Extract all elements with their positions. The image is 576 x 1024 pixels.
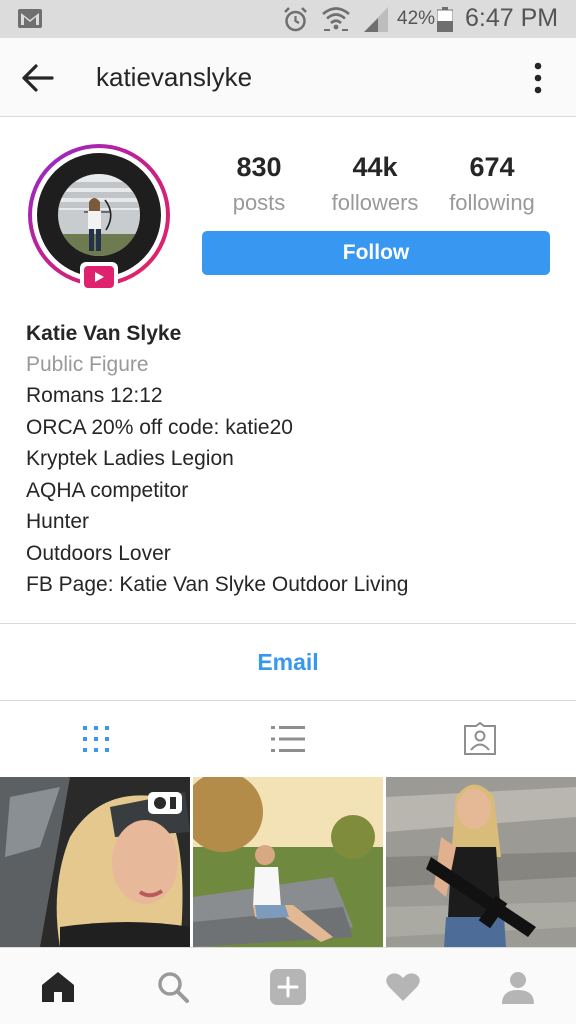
bottom-nav (0, 947, 576, 1024)
nav-search[interactable] (115, 948, 230, 1024)
page-title: katievanslyke (96, 62, 253, 92)
wifi-icon (322, 7, 350, 31)
tab-tagged[interactable] (384, 701, 576, 777)
igtv-badge[interactable] (80, 262, 118, 292)
stat-posts[interactable]: 830 posts (199, 152, 319, 216)
following-label: following (449, 190, 535, 215)
post-image (193, 777, 383, 947)
nav-profile[interactable] (460, 948, 575, 1024)
posts-grid (0, 777, 576, 947)
post-thumbnail[interactable] (386, 777, 576, 947)
follow-button[interactable]: Follow (202, 231, 550, 275)
heart-icon (385, 972, 420, 1001)
post-image (386, 777, 576, 947)
nav-activity[interactable] (345, 948, 460, 1024)
posts-label: posts (232, 190, 286, 215)
bio-line: Outdoors Lover (26, 541, 171, 565)
tab-list[interactable] (192, 701, 384, 777)
nav-add[interactable] (230, 948, 345, 1024)
display-name: Katie Van Slyke (26, 322, 182, 345)
email-button[interactable]: Email (0, 624, 576, 700)
gmail-icon (18, 9, 42, 28)
post-image (0, 777, 190, 947)
profile-category: Public Figure (26, 353, 149, 376)
bio-line: AQHA competitor (26, 478, 189, 502)
signal-icon (364, 7, 388, 32)
profile-tabs (0, 701, 576, 777)
bio-line: FB Page: Katie Van Slyke Outdoor Living (26, 573, 409, 596)
more-vertical-icon[interactable] (526, 58, 550, 98)
stat-followers[interactable]: 44k followers (315, 152, 435, 216)
clock: 6:47 PM (465, 4, 559, 32)
list-icon (271, 726, 305, 752)
home-icon (41, 971, 74, 1002)
profile-photo (58, 174, 140, 256)
bio-line: Romans 12:12 (26, 384, 163, 407)
profile-icon (501, 971, 534, 1004)
bio-line: Kryptek Ladies Legion (26, 447, 234, 470)
followers-count: 44k (352, 152, 398, 182)
bio-line: ORCA 20% off code: katie20 (26, 415, 293, 439)
following-count: 674 (469, 152, 515, 182)
grid-icon (83, 726, 109, 752)
play-icon (95, 272, 104, 282)
avatar[interactable] (28, 144, 170, 292)
profile-bio: Katie Van Slyke Public Figure Romans 12:… (26, 318, 556, 601)
add-post-icon (269, 968, 306, 1005)
battery-icon (437, 7, 453, 32)
profile-header: katievanslyke (0, 38, 576, 117)
bio-line: Hunter (26, 510, 90, 533)
alarm-icon (284, 7, 307, 32)
post-thumbnail[interactable] (0, 777, 190, 947)
tab-grid[interactable] (0, 701, 192, 777)
status-bar: 42% 6:47 PM (0, 0, 576, 38)
battery-percent: 42% (397, 8, 436, 29)
stat-following[interactable]: 674 following (432, 152, 552, 216)
back-button[interactable] (20, 61, 56, 95)
tagged-photos-icon (464, 722, 496, 755)
post-thumbnail[interactable] (193, 777, 383, 947)
nav-home[interactable] (0, 948, 115, 1024)
followers-label: followers (331, 190, 419, 215)
posts-count: 830 (236, 152, 282, 182)
search-icon (157, 971, 189, 1003)
